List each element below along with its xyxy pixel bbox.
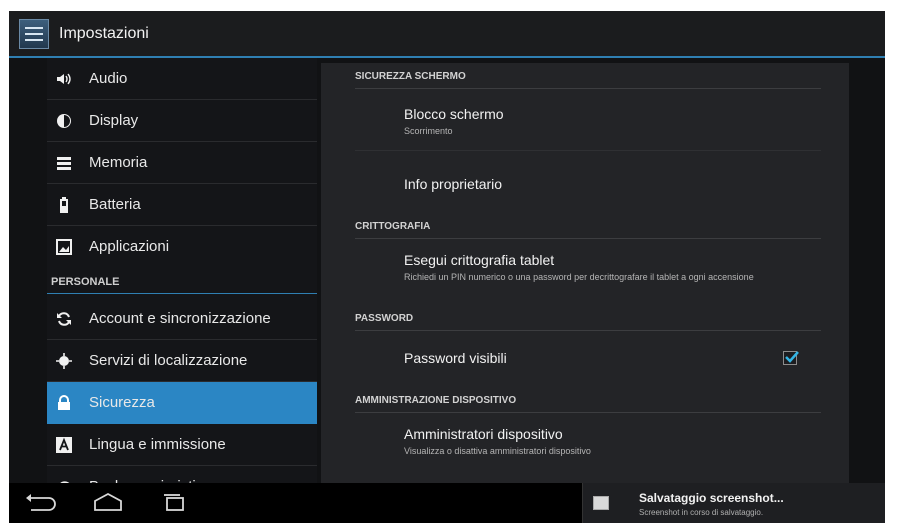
sidebar-item-label: Servizi di localizzazione <box>89 352 248 369</box>
section-header-label: CRITTOGRAFIA <box>355 221 431 232</box>
pref-title: Esegui crittografia tablet <box>404 252 555 268</box>
back-button[interactable] <box>17 489 67 517</box>
settings-app-icon[interactable] <box>19 19 49 49</box>
home-button[interactable] <box>83 489 133 517</box>
notification-title: Salvataggio screenshot... <box>639 491 784 505</box>
sidebar-item-label: Sicurezza <box>89 394 155 411</box>
pref-device-admins[interactable]: Amministratori dispositivo Visualizza o … <box>355 413 821 473</box>
back-icon <box>26 494 56 511</box>
sidebar-item-applicazioni[interactable]: Applicazioni <box>47 226 317 268</box>
sidebar-item-sicurezza[interactable]: Sicurezza <box>47 382 317 424</box>
language-icon <box>55 436 73 454</box>
pref-owner-info[interactable]: Info proprietario <box>355 151 821 213</box>
screenshot-notification[interactable]: Salvataggio screenshot... Screenshot in … <box>582 483 885 523</box>
pref-visible-passwords[interactable]: Password visibili <box>355 331 821 387</box>
sidebar-item-label: Batteria <box>89 196 141 213</box>
sidebar-item-label: Lingua e immissione <box>89 436 226 453</box>
sidebar-item-audio[interactable]: Audio <box>47 58 317 100</box>
sidebar-item-label: Memoria <box>89 154 148 171</box>
section-header-sicurezza-schermo: SICUREZZA SCHERMO <box>355 63 821 89</box>
pref-title: Info proprietario <box>404 176 503 192</box>
pref-encrypt-tablet[interactable]: Esegui crittografia tablet Richiedi un P… <box>355 239 821 305</box>
section-header-label: SICUREZZA SCHERMO <box>355 71 466 82</box>
pref-summary: Richiedi un PIN numerico o una password … <box>404 272 754 282</box>
sidebar-section-header: PERSONALE <box>47 268 317 294</box>
recent-apps-icon <box>164 494 184 511</box>
sidebar-section-label: PERSONALE <box>51 276 120 288</box>
pref-summary: Visualizza o disattiva amministratori di… <box>404 446 591 456</box>
apps-icon <box>55 238 73 256</box>
sidebar-item-label: Applicazioni <box>89 238 170 255</box>
storage-icon <box>55 154 73 172</box>
sidebar-item-label: Audio <box>89 70 128 87</box>
notification-subtitle: Screenshot in corso di salvataggio. <box>639 508 764 517</box>
volume-icon <box>55 70 73 88</box>
section-header-crittografia: CRITTOGRAFIA <box>355 213 821 239</box>
sidebar-item-memoria[interactable]: Memoria <box>47 142 317 184</box>
battery-icon <box>55 196 73 214</box>
sidebar-item-localizzazione[interactable]: Servizi di localizzazione <box>47 340 317 382</box>
page-title: Impostazioni <box>59 25 149 42</box>
image-icon <box>593 496 609 510</box>
settings-sidebar: Audio Display Memoria Batteria Applicazi… <box>47 58 317 496</box>
pref-title: Blocco schermo <box>404 106 504 122</box>
recent-apps-button[interactable] <box>149 489 199 517</box>
sidebar-item-display[interactable]: Display <box>47 100 317 142</box>
tablet-screen: Impostazioni Audio Display Memoria Batte… <box>9 11 885 523</box>
action-bar: Impostazioni <box>9 11 885 58</box>
sidebar-item-lingua[interactable]: Lingua e immissione <box>47 424 317 466</box>
pref-title: Password visibili <box>404 350 507 366</box>
section-header-label: PASSWORD <box>355 313 414 324</box>
section-header-amministrazione: AMMINISTRAZIONE DISPOSITIVO <box>355 387 821 413</box>
sidebar-item-label: Display <box>89 112 139 129</box>
brightness-icon <box>55 112 73 130</box>
sync-icon <box>55 310 73 328</box>
section-header-password: PASSWORD <box>355 305 821 331</box>
visible-passwords-checkbox[interactable] <box>783 351 799 365</box>
sidebar-item-account[interactable]: Account e sincronizzazione <box>47 298 317 340</box>
location-icon <box>55 352 73 370</box>
sidebar-item-batteria[interactable]: Batteria <box>47 184 317 226</box>
lock-icon <box>55 394 73 412</box>
pref-title: Amministratori dispositivo <box>404 426 563 442</box>
sidebar-item-label: Account e sincronizzazione <box>89 310 271 327</box>
security-settings-panel: SICUREZZA SCHERMO Blocco schermo Scorrim… <box>321 63 849 483</box>
pref-screen-lock[interactable]: Blocco schermo Scorrimento <box>355 89 821 151</box>
section-header-label: AMMINISTRAZIONE DISPOSITIVO <box>355 395 517 406</box>
home-icon <box>94 492 122 511</box>
pref-summary: Scorrimento <box>404 126 453 136</box>
